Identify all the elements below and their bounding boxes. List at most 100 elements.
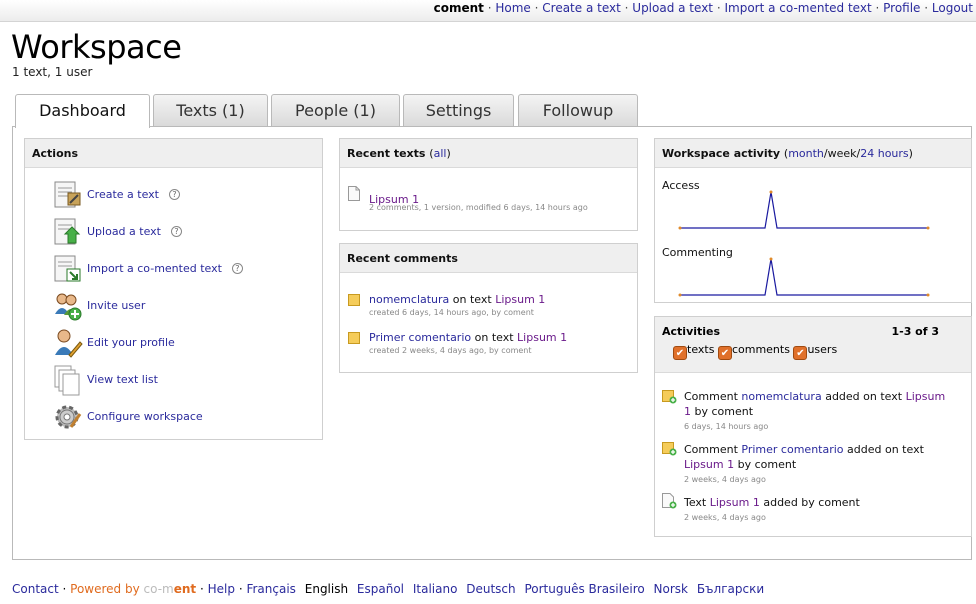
activity-filters: ✔ texts ✔ comments ✔ users [673,343,837,360]
recent-comment-meta: created 6 days, 14 hours ago, by coment [369,308,534,317]
tab-followup[interactable]: Followup [518,94,638,127]
page-title: Workspace [11,28,182,66]
access-chart [678,190,930,230]
upload-text-icon [53,216,83,248]
help-icon[interactable]: ? [231,263,243,274]
lang-german[interactable]: Deutsch [466,582,515,596]
home-link[interactable]: Home [495,1,530,15]
activity-item: Text Lipsum 1 added by coment 2 weeks, 4… [684,495,954,525]
activity-comment-link[interactable]: nomemclatura [741,390,821,403]
help-icon[interactable]: ? [171,226,182,237]
activity-item: Comment Primer comentario added on text … [684,442,944,487]
comment-text-link[interactable]: Lipsum 1 [495,293,545,306]
recent-comment-meta: created 2 weeks, 4 days ago, by coment [369,346,532,355]
lang-english: English [304,582,349,596]
top-nav-bar: coment · Home · Create a text · Upload a… [0,0,976,22]
comment-text-link[interactable]: Lipsum 1 [517,331,567,344]
activities-title: Activities [662,325,721,338]
commenting-chart [678,257,930,297]
lang-bulgarian[interactable]: Български [697,582,764,596]
checkbox-checked-icon[interactable]: ✔ [717,346,732,360]
upload-text-link[interactable]: Upload a text [632,1,713,15]
action-upload-text[interactable]: Upload a text? [53,216,293,248]
action-configure-workspace[interactable]: Configure workspace [53,401,293,433]
edit-profile-icon [53,327,83,359]
action-invite-user-label: Invite user [87,299,146,312]
action-view-text-list-label: View text list [87,373,158,386]
contact-link[interactable]: Contact [12,582,59,596]
all-texts-link[interactable]: all [434,147,447,160]
tab-people[interactable]: People (1) [271,94,400,127]
create-text-link[interactable]: Create a text [542,1,621,15]
activity-text-link[interactable]: Lipsum 1 [684,458,734,471]
recent-comments-panel: Recent comments nomemclatura on text Lip… [339,243,638,373]
lang-french[interactable]: Français [246,582,295,596]
action-create-text-label: Create a text [87,188,159,201]
tab-dashboard[interactable]: Dashboard [15,94,150,128]
action-edit-profile[interactable]: Edit your profile [53,327,293,359]
checkbox-checked-icon[interactable]: ✔ [673,346,687,360]
action-view-text-list[interactable]: View text list [53,364,293,396]
workspace-activity-panel: Workspace activity (month/week/24 hours)… [654,138,972,303]
help-link[interactable]: Help [208,582,235,596]
filter-texts[interactable]: ✔ texts [673,343,714,360]
comment-added-icon [662,389,677,404]
action-edit-profile-label: Edit your profile [87,336,175,349]
filter-comments[interactable]: ✔ comments [717,343,790,360]
tab-texts[interactable]: Texts (1) [153,94,268,127]
comment-title-link[interactable]: nomemclatura [369,293,449,306]
import-text-icon [53,253,83,285]
activities-panel: Activities 1-3 of 3 ✔ texts ✔ comments ✔ us… [654,316,972,537]
activity-comment-link[interactable]: Primer comentario [741,443,843,456]
activities-header: Activities 1-3 of 3 ✔ texts ✔ comments ✔ us… [655,317,971,373]
profile-link[interactable]: Profile [883,1,920,15]
document-icon [348,186,360,201]
period-week: week [827,147,857,160]
action-import-text[interactable]: Import a co-mented text? [53,253,293,285]
recent-comments-title: Recent comments [340,244,637,273]
help-icon[interactable]: ? [169,189,180,200]
activities-range: 1-3 of 3 [891,325,939,338]
recent-comment-item: Primer comentario on text Lipsum 1 [369,331,568,344]
filter-users[interactable]: ✔ users [793,343,837,360]
activity-time: 2 weeks, 4 days ago [684,513,766,522]
recent-texts-panel: Recent texts (all) Lipsum 1 2 comments, … [339,138,638,231]
activity-text-link[interactable]: Lipsum 1 [710,496,760,509]
username: coment [433,1,484,15]
period-month-link[interactable]: month [788,147,824,160]
dashboard-frame: Actions Create a text? Upload a text? Im… [12,126,972,560]
comment-added-icon [662,441,677,456]
create-text-icon [53,179,83,211]
recent-texts-title: Recent texts (all) [340,139,637,168]
action-upload-text-label: Upload a text [87,225,161,238]
powered-by: Powered by [70,582,140,596]
action-create-text[interactable]: Create a text? [53,179,293,211]
brand-logo[interactable]: co-ment [144,582,197,596]
checkbox-checked-icon[interactable]: ✔ [793,346,808,360]
recent-comment-item: nomemclatura on text Lipsum 1 [369,293,546,306]
text-added-icon [662,493,677,509]
import-text-link[interactable]: Import a co-mented text [724,1,871,15]
lang-portuguese[interactable]: Português Brasileiro [524,582,644,596]
actions-panel-title: Actions [25,139,322,168]
lang-italian[interactable]: Italiano [413,582,458,596]
actions-panel: Actions Create a text? Upload a text? Im… [24,138,323,440]
lang-norwegian[interactable]: Norsk [654,582,688,596]
period-24h-link[interactable]: 24 hours [860,147,908,160]
action-import-text-label: Import a co-mented text [87,262,222,275]
activity-time: 2 weeks, 4 days ago [684,475,766,484]
text-list-icon [53,364,83,396]
activity-time: 6 days, 14 hours ago [684,422,769,431]
logout-link[interactable]: Logout [932,1,973,15]
recent-text-meta: 2 comments, 1 version, modified 6 days, … [369,203,588,212]
tab-settings[interactable]: Settings [403,94,514,127]
action-invite-user[interactable]: Invite user [53,290,293,322]
comment-title-link[interactable]: Primer comentario [369,331,471,344]
action-configure-workspace-label: Configure workspace [87,410,203,423]
activity-item: Comment nomemclatura added on text Lipsu… [684,389,954,434]
page-subtitle: 1 text, 1 user [12,65,93,79]
gear-icon [53,401,83,433]
workspace-activity-title: Workspace activity (month/week/24 hours) [655,139,971,168]
invite-user-icon [53,290,83,322]
lang-spanish[interactable]: Español [357,582,404,596]
